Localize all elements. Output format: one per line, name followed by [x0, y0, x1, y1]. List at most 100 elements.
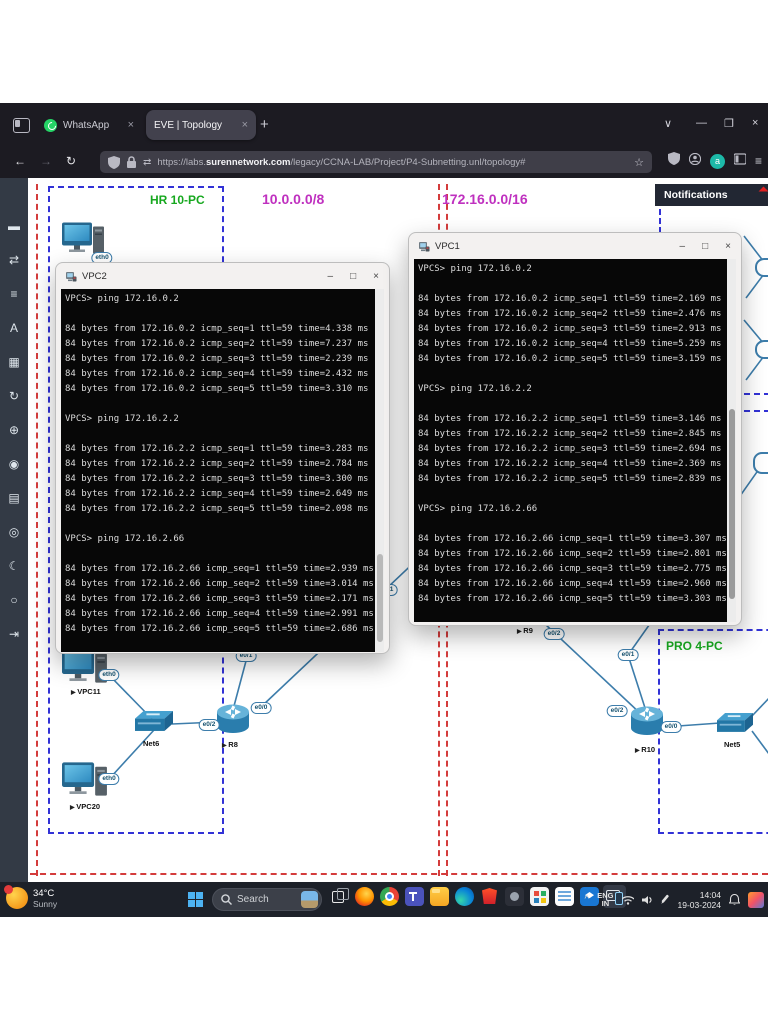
zoom-icon[interactable]: ⊕ — [9, 424, 19, 437]
terminal-line: VPCS> ping 172.16.2.2 — [418, 384, 532, 394]
weather-widget[interactable]: 34°C Sunny — [4, 885, 57, 909]
node-label-r9[interactable]: ▶ R9 — [517, 626, 533, 635]
teams-icon[interactable] — [405, 887, 424, 906]
vpc2-titlebar[interactable]: VPC2 – □ × — [56, 263, 389, 289]
node-label-r10[interactable]: ▶ R10 — [635, 745, 655, 754]
links-icon[interactable]: ⇄ — [9, 254, 19, 267]
tab-eve-topology[interactable]: EVE | Topology × — [146, 110, 256, 140]
tray-expand-icon[interactable]: ^ — [585, 894, 590, 905]
github-icon[interactable] — [505, 887, 524, 906]
interface-label: e0/0 — [660, 721, 682, 733]
minimize-icon[interactable]: – — [680, 241, 686, 252]
switch-node-net5[interactable] — [717, 707, 753, 742]
switch-node-net6[interactable] — [135, 705, 173, 741]
close-icon[interactable]: × — [373, 271, 379, 282]
node-label-net5[interactable]: Net5 — [724, 740, 740, 749]
account-icon[interactable] — [688, 152, 702, 170]
browser-nav-bar: ← → ↻ ⇄ https://labs.surennetwork.com/le… — [0, 147, 768, 179]
restore-button[interactable]: ❐ — [724, 117, 734, 130]
edge-node-3[interactable] — [753, 452, 768, 474]
store-icon[interactable] — [530, 887, 549, 906]
edge-node-1[interactable] — [755, 258, 768, 277]
pro-region-label: PRO 4-PC — [666, 639, 723, 653]
eve-topology-canvas[interactable]: ▬ ⇄ ≡ A ▦ ↻ ⊕ ◉ ▤ ◎ ☾ ○ ⇥ HR 10-PC 10.0.0.0/8 172.16… — [0, 178, 768, 882]
startup-configs-icon[interactable]: ◎ — [9, 526, 19, 539]
profile-avatar[interactable]: a — [709, 153, 725, 169]
new-tab-button[interactable]: + — [260, 116, 269, 133]
refresh-icon[interactable]: ↻ — [9, 390, 19, 403]
tab-close-icon[interactable]: × — [118, 119, 134, 131]
vpc1-window[interactable]: VPC1 – □ × VPCS> ping 172.16.0.2 84 byte… — [408, 232, 742, 626]
clock[interactable]: 14:04 19-03-2024 — [678, 890, 721, 910]
notifications-bar[interactable]: Notifications — [655, 184, 768, 206]
reload-button[interactable]: ↻ — [66, 154, 76, 168]
node-label-vpc11[interactable]: ▶ VPC11 — [71, 687, 101, 696]
widgets-corner-icon[interactable] — [748, 891, 764, 908]
edge-icon[interactable] — [455, 887, 474, 906]
sidebar-icon[interactable] — [733, 152, 747, 170]
configured-nodes-icon[interactable]: ▤ — [8, 492, 19, 505]
firefox-view-button[interactable] — [8, 112, 34, 138]
vpc1-terminal[interactable]: VPCS> ping 172.16.0.2 84 bytes from 172.… — [414, 259, 727, 622]
forward-button[interactable]: → — [40, 154, 52, 168]
minimize-icon[interactable]: – — [328, 271, 334, 282]
tracking-shield-icon[interactable] — [108, 155, 120, 169]
router-node-r8[interactable] — [216, 701, 250, 740]
address-bar[interactable]: ⇄ https://labs.surennetwork.com/legacy/C… — [100, 151, 652, 173]
vpc2-terminal[interactable]: VPCS> ping 172.16.0.2 84 bytes from 172.… — [61, 289, 375, 652]
file-explorer-icon[interactable] — [430, 887, 449, 906]
tab-close-icon[interactable]: × — [232, 119, 248, 131]
volume-icon[interactable] — [641, 894, 652, 905]
scrollbar-thumb[interactable] — [728, 409, 735, 599]
add-object-icon[interactable]: ▬ — [8, 220, 20, 233]
vpc1-titlebar[interactable]: VPC1 – □ × — [409, 233, 741, 259]
chrome-icon[interactable] — [380, 887, 399, 906]
wifi-icon[interactable] — [621, 895, 634, 905]
more-actions-icon[interactable]: ▦ — [8, 356, 19, 369]
firefox-icon[interactable] — [355, 887, 374, 906]
menu-icon[interactable]: ≡ — [755, 154, 762, 168]
start-button[interactable] — [188, 892, 203, 907]
language-indicator[interactable]: ENG IN — [597, 891, 613, 908]
edge-node-2[interactable] — [755, 340, 768, 359]
vpc2-scrollbar[interactable] — [375, 289, 384, 652]
minimize-button[interactable]: — — [696, 117, 707, 129]
status-icon[interactable]: ◉ — [9, 458, 19, 471]
brave-icon[interactable] — [480, 887, 499, 906]
router-node-r10[interactable] — [630, 703, 664, 742]
bookmark-star-icon[interactable]: ☆ — [634, 156, 644, 169]
node-label-net6[interactable]: Net6 — [143, 739, 159, 748]
task-view-icon[interactable] — [330, 887, 349, 906]
protections-shield-icon[interactable] — [667, 152, 680, 170]
dark-mode-icon[interactable]: ☾ — [9, 560, 20, 573]
power-icon[interactable]: ○ — [10, 594, 17, 607]
toolbar-icons: a ≡ — [667, 152, 762, 170]
maximize-icon[interactable]: □ — [702, 241, 708, 252]
vpc1-scrollbar[interactable] — [727, 259, 736, 622]
node-label-vpc20[interactable]: ▶ VPC20 — [70, 802, 100, 811]
node-label-r8[interactable]: ▶ R8 — [222, 740, 238, 749]
text-label-icon[interactable]: A — [10, 322, 18, 335]
tab-whatsapp[interactable]: WhatsApp × — [36, 110, 142, 140]
whatsapp-icon — [44, 118, 57, 132]
close-icon[interactable]: × — [725, 241, 731, 252]
vpc2-window[interactable]: VPC2 – □ × VPCS> ping 172.16.0.2 84 byte… — [55, 262, 390, 654]
terminal-line: VPCS> ping 172.16.2.66 — [65, 534, 185, 544]
scrollbar-thumb[interactable] — [376, 554, 383, 642]
url-text[interactable]: https://labs.surennetwork.com/legacy/CCN… — [157, 157, 628, 168]
pen-icon[interactable] — [660, 894, 670, 905]
notification-bell-icon[interactable] — [729, 893, 740, 906]
logout-icon[interactable]: ⇥ — [9, 628, 19, 641]
back-button[interactable]: ← — [14, 154, 26, 168]
maximize-icon[interactable]: □ — [350, 271, 356, 282]
permissions-icon[interactable]: ⇄ — [143, 157, 151, 168]
search-box[interactable]: Search — [212, 888, 322, 911]
tab-list-button[interactable]: ∨ — [664, 117, 672, 130]
lock-icon[interactable] — [126, 156, 137, 168]
notes-icon[interactable] — [555, 887, 574, 906]
networks-icon[interactable]: ≡ — [10, 288, 17, 301]
close-button[interactable]: × — [752, 117, 758, 129]
